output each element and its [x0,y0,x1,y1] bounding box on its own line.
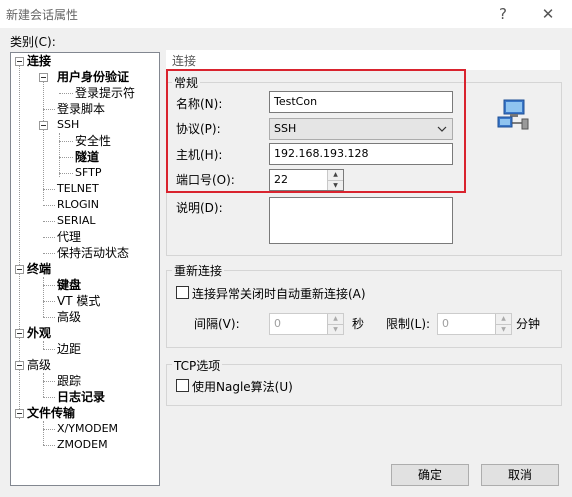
interval-label: 间隔(V): [194,317,240,331]
expand-file-transfer-icon[interactable] [15,409,24,418]
spin-up-icon[interactable]: ▲ [496,314,511,324]
expand-connection-icon[interactable] [15,57,24,66]
interval-value: 0 [274,317,281,330]
tree-item-login-prompt[interactable]: 登录提示符 [75,85,135,101]
tree-item-ssh[interactable]: SSH [57,117,79,133]
auto-reconnect-label: 连接异常关闭时自动重新连接(A) [192,287,366,301]
spin-down-icon[interactable]: ▼ [496,324,511,334]
tree-item-appearance[interactable]: 外观 [27,325,51,341]
help-button[interactable]: ? [486,2,520,26]
tree-item-trace[interactable]: 跟踪 [57,373,81,389]
spin-up-icon[interactable]: ▲ [328,314,343,324]
tree-item-user-auth[interactable]: 用户身份验证 [57,69,129,85]
expand-terminal-icon[interactable] [15,265,24,274]
tree-item-advanced-terminal[interactable]: 高级 [57,309,81,325]
nagle-label: 使用Nagle算法(U) [192,380,293,394]
desc-textarea[interactable] [269,197,453,244]
nagle-checkbox[interactable] [176,379,189,392]
desc-label: 说明(D): [176,201,223,215]
tcp-legend: TCP选项 [172,357,223,374]
tree-item-keepalive[interactable]: 保持活动状态 [57,245,129,261]
category-tree[interactable]: 连接 用户身份验证 登录提示符 登录脚本 SSH 安全性 隧道 SFTP TEL… [10,52,160,486]
tree-item-tunnel[interactable]: 隧道 [75,149,99,165]
window-title: 新建会话属性 [6,8,79,22]
tree-item-vt-mode[interactable]: VT 模式 [57,293,100,309]
tree-item-login-script[interactable]: 登录脚本 [57,101,105,117]
panel-header: 连接 [166,50,560,70]
tree-item-zmodem[interactable]: ZMODEM [57,437,108,453]
expand-user-auth-icon[interactable] [39,73,48,82]
interval-spinner[interactable]: ▲ ▼ [327,314,343,334]
cancel-button[interactable]: 取消 [481,464,559,486]
spin-down-icon[interactable]: ▼ [328,324,343,334]
expand-advanced-icon[interactable] [15,361,24,370]
limit-label: 限制(L): [386,317,431,331]
interval-input[interactable]: 0 ▲ ▼ [269,313,344,335]
expand-ssh-icon[interactable] [39,121,48,130]
auto-reconnect-checkbox[interactable] [176,286,189,299]
tree-item-connection[interactable]: 连接 [27,53,51,69]
tree-item-security[interactable]: 安全性 [75,133,111,149]
tree-item-rlogin[interactable]: RLOGIN [57,197,99,213]
tree-item-telnet[interactable]: TELNET [57,181,99,197]
network-computer-icon [497,99,529,130]
limit-value: 0 [442,317,449,330]
tree-item-proxy[interactable]: 代理 [57,229,81,245]
tree-item-file-transfer[interactable]: 文件传输 [27,405,75,421]
tree-item-serial[interactable]: SERIAL [57,213,95,229]
title-bar: 新建会话属性 ? ✕ [0,0,572,28]
tree-item-sftp[interactable]: SFTP [75,165,101,181]
reconnect-legend: 重新连接 [172,262,225,279]
close-button[interactable]: ✕ [531,2,565,26]
panel-title: 连接 [172,54,197,68]
limit-spinner[interactable]: ▲ ▼ [495,314,511,334]
reconnect-group [166,270,562,348]
tree-item-keyboard[interactable]: 键盘 [57,277,81,293]
ok-button[interactable]: 确定 [391,464,469,486]
category-label: 类别(C): [10,35,56,49]
seconds-unit: 秒 [352,317,365,331]
minutes-unit: 分钟 [516,317,541,331]
highlight-frame [166,69,466,193]
tree-item-xymodem[interactable]: X/YMODEM [57,421,118,437]
tree-item-log[interactable]: 日志记录 [57,389,105,405]
expand-appearance-icon[interactable] [15,329,24,338]
limit-input[interactable]: 0 ▲ ▼ [437,313,512,335]
tree-item-margin[interactable]: 边距 [57,341,81,357]
tree-item-advanced[interactable]: 高级 [27,357,51,373]
tree-item-terminal[interactable]: 终端 [27,261,51,277]
